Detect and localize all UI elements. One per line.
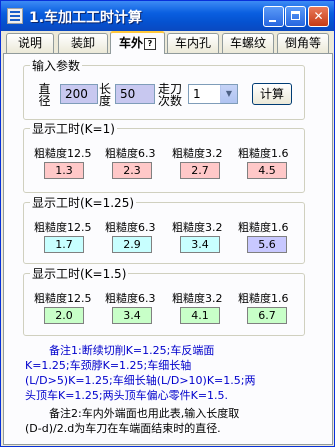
tab-instructions[interactable]: 说明 bbox=[6, 33, 54, 53]
input-params-title: 输入参数 bbox=[30, 57, 83, 74]
roughness-label: 粗糙度1.6 bbox=[238, 147, 289, 160]
input-params-group: 输入参数 直径 200 长度 50 走刀 次数 1 ▼ 计算 bbox=[23, 57, 305, 120]
passes-label: 走刀 次数 bbox=[158, 82, 183, 108]
app-window: 1.车加工工时计算 ✕ 说明 装卸 车外? 车内孔 车螺纹 倒角等 输入参数 直… bbox=[0, 0, 335, 447]
roughness-label: 粗糙度1.6 bbox=[238, 292, 289, 305]
time-value: 1.3 bbox=[44, 162, 84, 179]
result-group-k15: 显示工时(K=1.5) 粗糙度12.5 粗糙度6.3 粗糙度3.2 粗糙度1.6… bbox=[23, 265, 305, 336]
tab-chamfer[interactable]: 倒角等 bbox=[277, 33, 329, 53]
time-value: 4.5 bbox=[247, 162, 287, 179]
time-value: 2.7 bbox=[180, 162, 220, 179]
close-button[interactable]: ✕ bbox=[308, 6, 329, 27]
help-icon: ? bbox=[144, 37, 156, 50]
roughness-label: 粗糙度3.2 bbox=[172, 147, 223, 160]
result-title-k15: 显示工时(K=1.5) bbox=[30, 265, 129, 282]
time-value: 6.7 bbox=[247, 307, 287, 324]
roughness-label: 粗糙度12.5 bbox=[34, 147, 92, 160]
time-value: 2.9 bbox=[112, 236, 152, 253]
minimize-button[interactable] bbox=[263, 6, 284, 27]
title-bar[interactable]: 1.车加工工时计算 ✕ bbox=[1, 1, 334, 31]
tab-panel: 输入参数 直径 200 长度 50 走刀 次数 1 ▼ 计算 显示工时(K=1) … bbox=[3, 53, 333, 445]
result-title-k125: 显示工时(K=1.25) bbox=[30, 194, 137, 211]
diameter-field[interactable]: 200 bbox=[60, 84, 98, 104]
time-value: 3.4 bbox=[180, 236, 220, 253]
time-value: 3.4 bbox=[112, 307, 152, 324]
tab-strip: 说明 装卸 车外? 车内孔 车螺纹 倒角等 bbox=[3, 31, 333, 54]
tab-internal-bore[interactable]: 车内孔 bbox=[167, 33, 219, 53]
passes-select[interactable]: 1 ▼ bbox=[188, 84, 238, 104]
result-title-k1: 显示工时(K=1) bbox=[30, 120, 117, 137]
note-2: 备注2:车内外端面也用此表,输入长度取 (D-d)/2.d为车刀在车端面结束时的… bbox=[25, 407, 240, 435]
result-group-k125: 显示工时(K=1.25) 粗糙度12.5 粗糙度6.3 粗糙度3.2 粗糙度1.… bbox=[23, 194, 305, 264]
tab-loading[interactable]: 装卸 bbox=[58, 33, 108, 53]
roughness-label: 粗糙度1.6 bbox=[238, 221, 289, 234]
roughness-label: 粗糙度6.3 bbox=[105, 221, 156, 234]
roughness-label: 粗糙度12.5 bbox=[34, 221, 92, 234]
note-1: 备注1:断续切削K=1.25;车反端面 K=1.25;车颈脖K=1.25;车细长… bbox=[25, 344, 256, 402]
time-value: 5.6 bbox=[247, 236, 287, 253]
tab-thread-turning[interactable]: 车螺纹 bbox=[222, 33, 274, 53]
chevron-down-icon[interactable]: ▼ bbox=[220, 85, 237, 103]
length-label: 长度 bbox=[99, 82, 112, 108]
time-value: 2.0 bbox=[44, 307, 84, 324]
roughness-label: 粗糙度6.3 bbox=[105, 292, 156, 305]
roughness-label: 粗糙度3.2 bbox=[172, 292, 223, 305]
calculate-button[interactable]: 计算 bbox=[252, 83, 292, 105]
result-group-k1: 显示工时(K=1) 粗糙度12.5 粗糙度6.3 粗糙度3.2 粗糙度1.6 1… bbox=[23, 120, 305, 193]
tab-external-turning[interactable]: 车外? bbox=[110, 31, 165, 54]
roughness-label: 粗糙度12.5 bbox=[34, 292, 92, 305]
app-icon bbox=[7, 8, 23, 24]
time-value: 2.3 bbox=[112, 162, 152, 179]
diameter-label: 直径 bbox=[38, 82, 51, 108]
time-value: 1.7 bbox=[44, 236, 84, 253]
roughness-label: 粗糙度6.3 bbox=[105, 147, 156, 160]
roughness-label: 粗糙度3.2 bbox=[172, 221, 223, 234]
maximize-button[interactable] bbox=[285, 6, 306, 27]
time-value: 4.1 bbox=[180, 307, 220, 324]
length-field[interactable]: 50 bbox=[115, 84, 155, 104]
window-title: 1.车加工工时计算 bbox=[29, 10, 143, 26]
